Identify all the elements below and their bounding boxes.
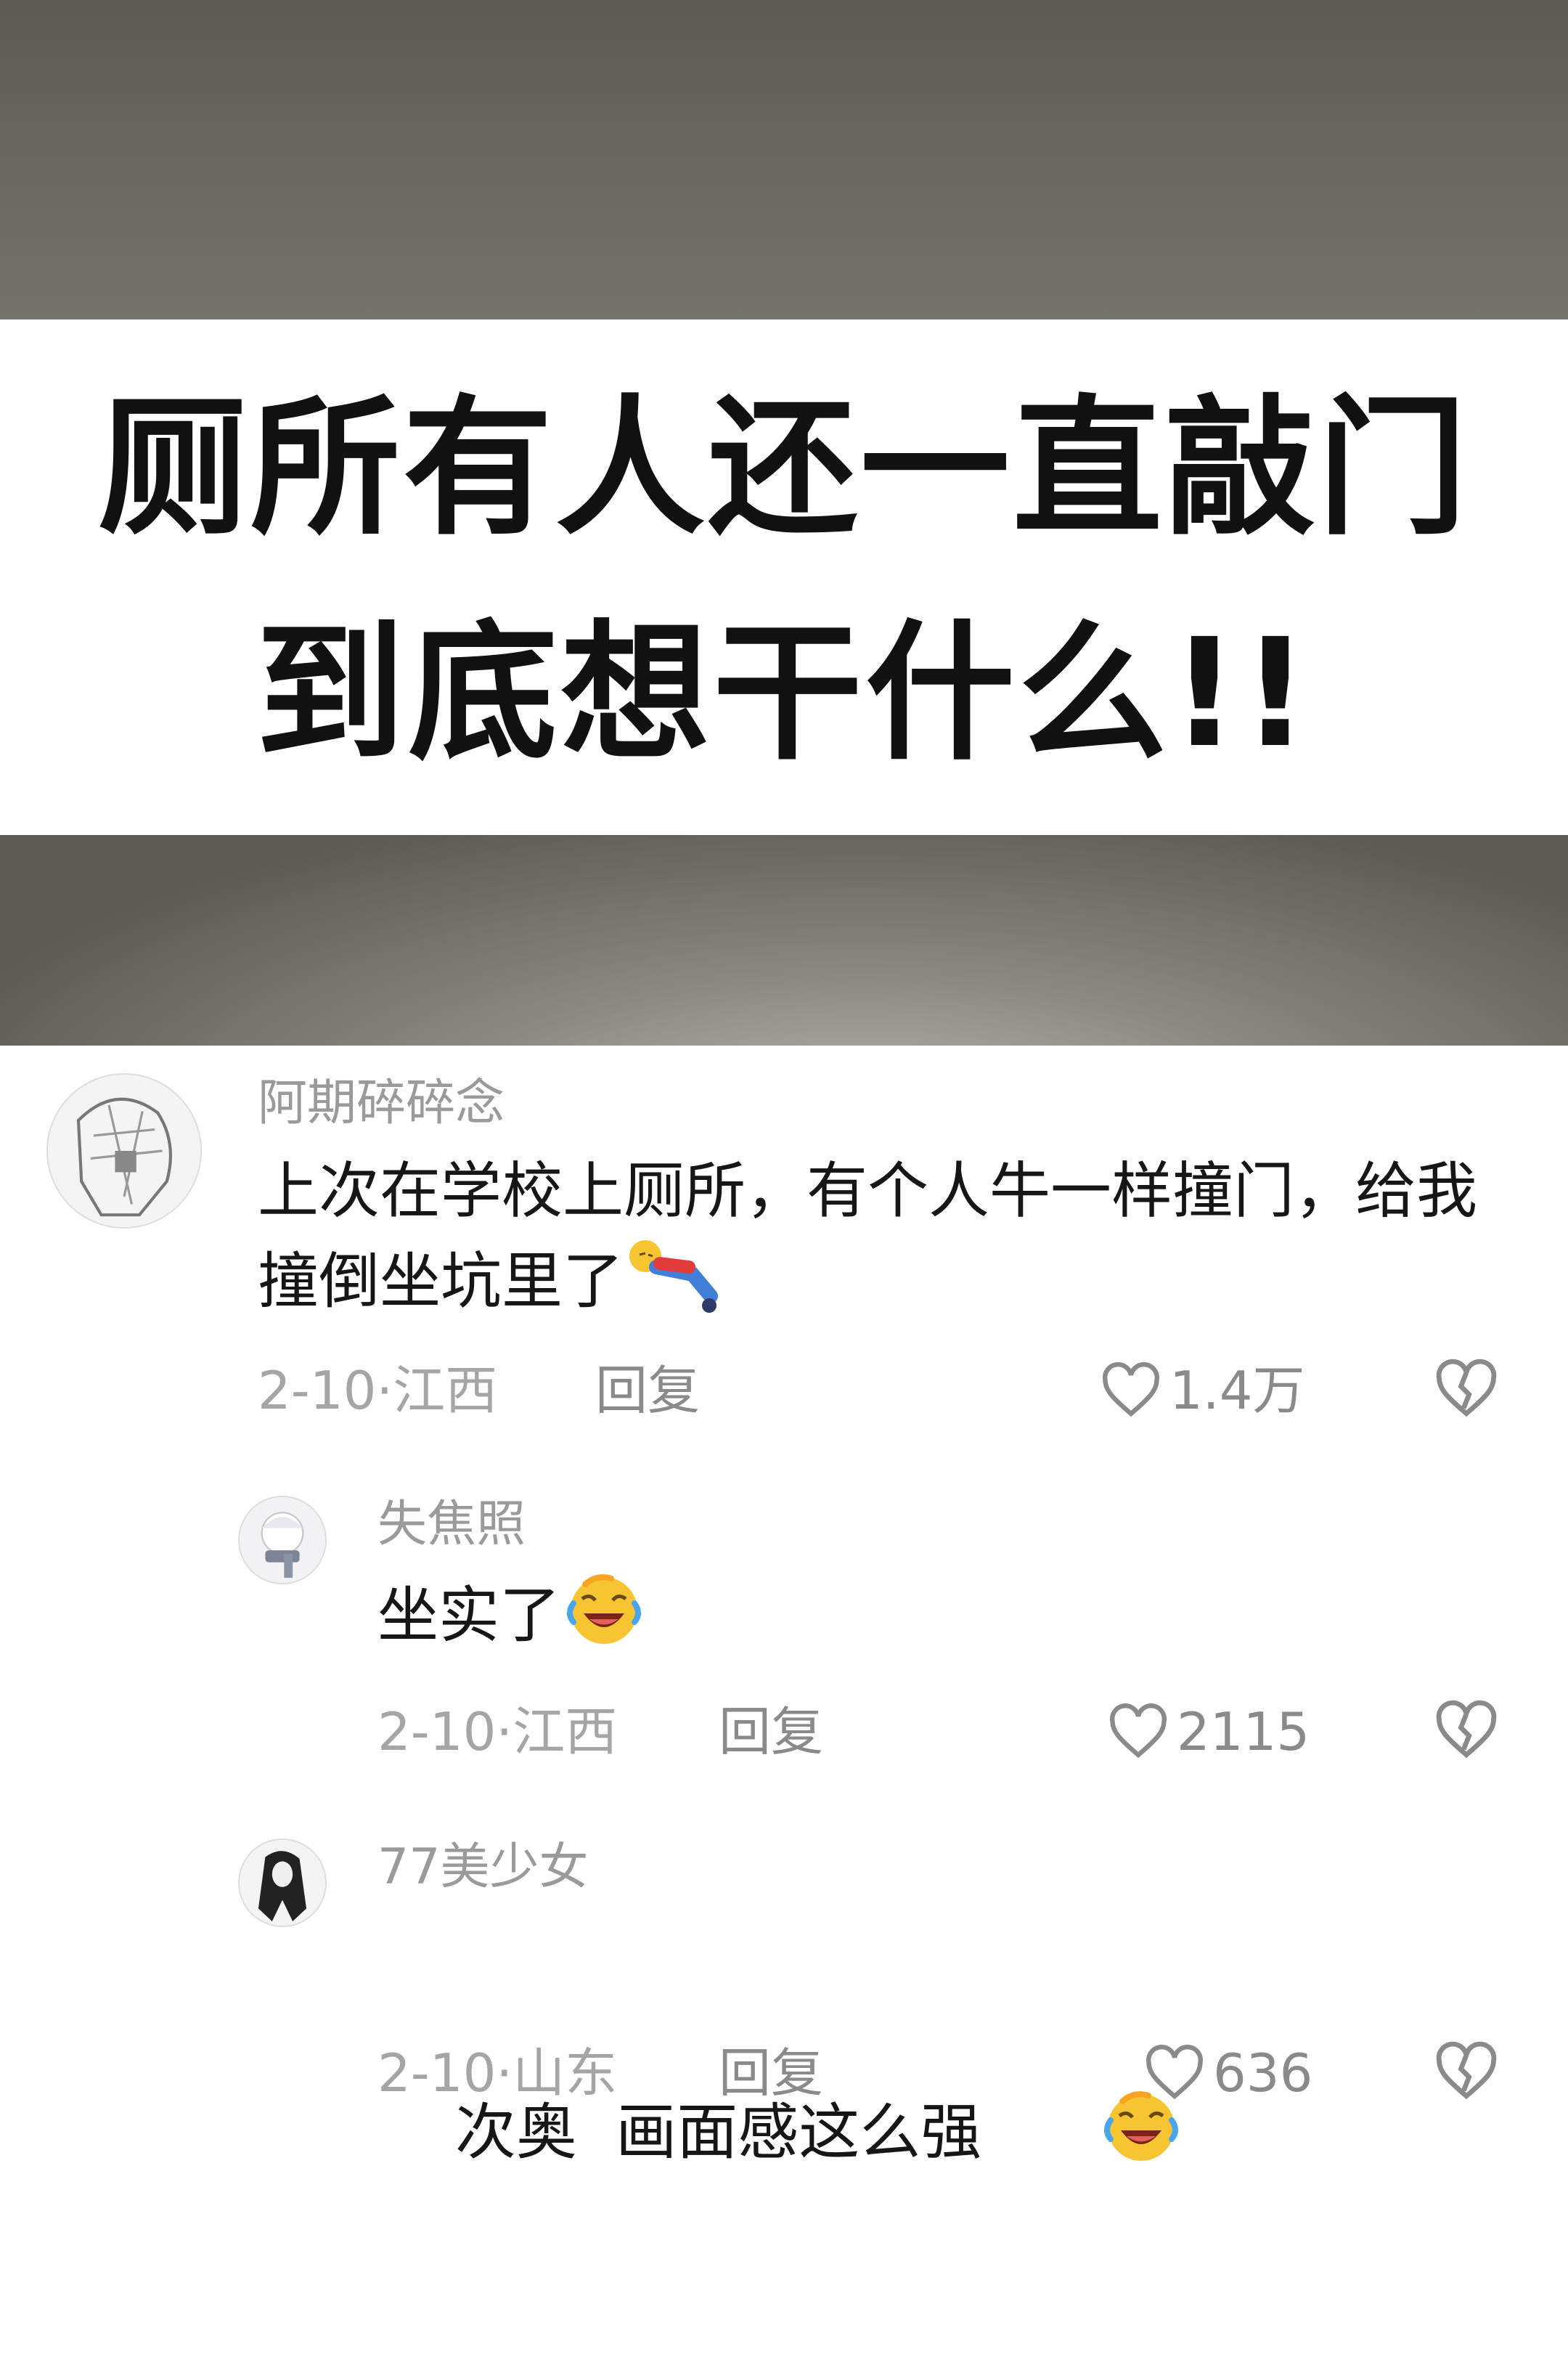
dislike-button[interactable] xyxy=(1434,1698,1499,1763)
comment-text-content: 坐实了 xyxy=(377,1579,561,1651)
avatar[interactable] xyxy=(238,1838,327,1927)
comment-username[interactable]: 失焦照 xyxy=(377,1496,526,1554)
background-image-bottom xyxy=(0,835,1568,1046)
comment-text: 坐实了 xyxy=(377,1568,1466,1671)
avatar[interactable] xyxy=(238,1496,327,1584)
comment-text-content: 次奥 画面感这么强 xyxy=(454,2096,982,2168)
broken-heart-icon xyxy=(1436,1359,1497,1417)
comment-date-location: 2-10·山东 xyxy=(377,2043,618,2104)
reply-item: 失焦照 坐实了 2-10·江西 回复 2115 xyxy=(0,1481,1568,1815)
title-banner: 厕所有人还一直敲门 到底想干什么!! xyxy=(0,319,1568,835)
like-count: 636 xyxy=(1213,2043,1313,2104)
like-count: 2115 xyxy=(1177,1701,1310,1762)
reply-button[interactable]: 回复 xyxy=(719,1699,823,1764)
dislike-button[interactable] xyxy=(1434,2039,1499,2104)
reply-item: 77美少女 次奥 画面感这么强 2-10·山东 回复 636 xyxy=(0,1823,1568,2167)
dislike-button[interactable] xyxy=(1434,1356,1499,1422)
avatar[interactable] xyxy=(46,1073,202,1229)
background-image-top xyxy=(0,0,1568,319)
heart-icon xyxy=(1110,1703,1167,1759)
like-button[interactable]: 2115 xyxy=(1107,1699,1310,1764)
comment-text: 上次在学校上厕所，有个人牛一样撞门，给我撞倒坐坑里了 xyxy=(258,1147,1521,1337)
reply-button[interactable]: 回复 xyxy=(595,1358,700,1423)
comment-date-location: 2-10·江西 xyxy=(377,1701,618,1762)
title-line-1: 厕所有人还一直敲门 xyxy=(97,381,1470,555)
comment-username[interactable]: 77美少女 xyxy=(377,1838,589,1897)
comment-date-location: 2-10·江西 xyxy=(258,1360,498,1421)
comment-text: 次奥 画面感这么强 xyxy=(377,1911,1466,2362)
comment-item: 阿期碎碎念 上次在学校上厕所，有个人牛一样撞门，给我撞倒坐坑里了 2-10·江西… xyxy=(0,1046,1568,1452)
broken-heart-icon xyxy=(1436,1700,1497,1759)
heart-icon xyxy=(1103,1362,1159,1417)
like-count: 1.4万 xyxy=(1169,1360,1305,1421)
laughing-crying-emoji xyxy=(560,1568,648,1671)
like-button[interactable]: 636 xyxy=(1143,2040,1312,2106)
reply-button[interactable]: 回复 xyxy=(719,2040,823,2106)
comment-text-content: 上次在学校上厕所，有个人牛一样撞门，给我撞倒坐坑里了 xyxy=(258,1155,1478,1317)
comment-username[interactable]: 阿期碎碎念 xyxy=(258,1075,505,1133)
broken-heart-icon xyxy=(1436,2041,1497,2100)
like-button[interactable]: 1.4万 xyxy=(1100,1358,1305,1423)
falling-person-emoji xyxy=(624,1234,725,1337)
title-line-2: 到底想干什么!! xyxy=(256,606,1312,781)
heart-icon xyxy=(1146,2045,1203,2100)
